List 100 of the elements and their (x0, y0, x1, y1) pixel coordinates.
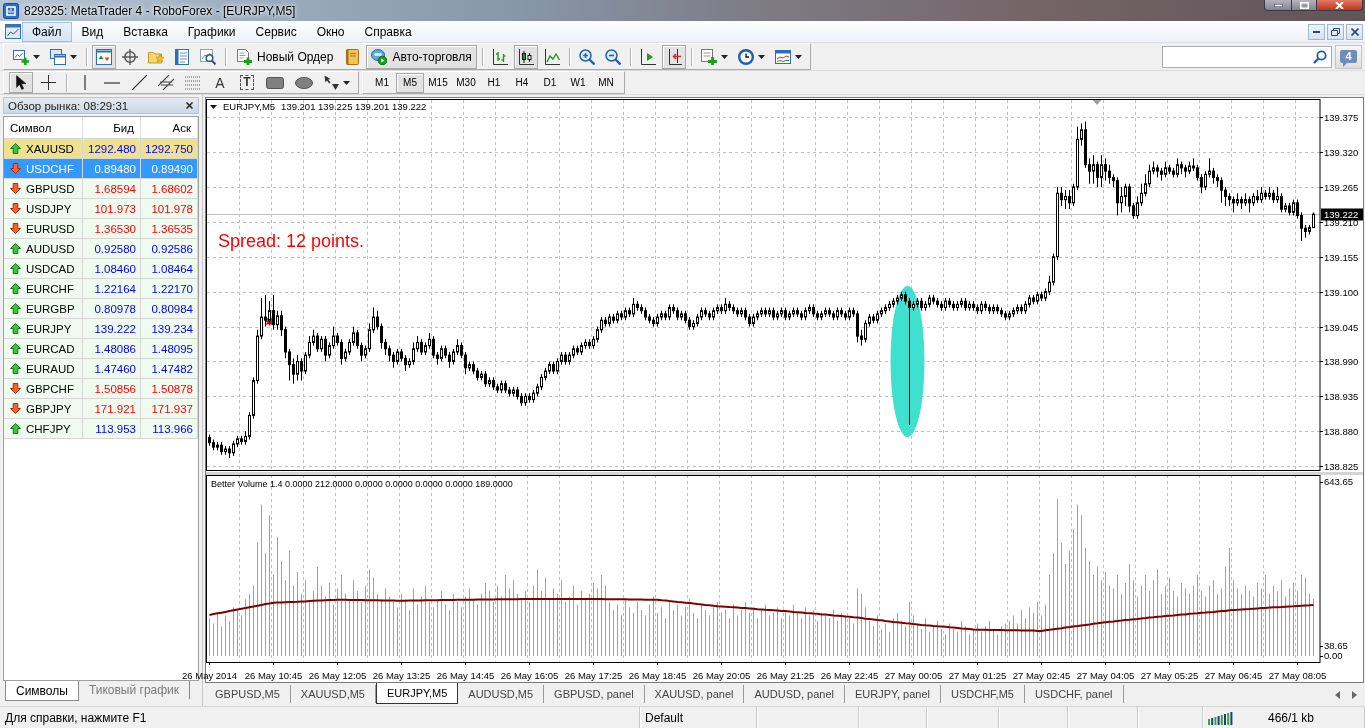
column-header[interactable]: Символ (4, 117, 83, 138)
fibonacci-icon (185, 75, 201, 90)
symbol-row[interactable]: EURGBP 0.80978 0.80984 (4, 299, 198, 319)
bid-cell: 113.953 (83, 419, 141, 438)
cursor-button[interactable] (9, 72, 33, 93)
menu-item[interactable]: Вставка (113, 21, 178, 42)
symbol-name: USDJPY (26, 202, 72, 215)
scroll-left-icon[interactable] (1335, 690, 1340, 699)
candlestick (1128, 183, 1131, 213)
maximize-button[interactable] (1292, 0, 1317, 11)
symbol-row[interactable]: EURCHF 1.22164 1.22170 (4, 279, 198, 299)
chart-tab[interactable]: EURJPY,M5 (376, 683, 459, 704)
timeframe-button[interactable]: M15 (424, 72, 452, 93)
rectangle-icon (266, 76, 284, 89)
symbol-row[interactable]: EURJPY 139.222 139.234 (4, 319, 198, 339)
symbol-row[interactable]: GBPUSD 1.68594 1.68602 (4, 179, 198, 199)
candlestick (1096, 161, 1099, 188)
chart-tab[interactable]: USDCHF,M5 (940, 685, 1025, 703)
menu-item[interactable]: Вид (71, 21, 114, 42)
ask-cell: 139.234 (141, 319, 198, 338)
candlestick (1280, 192, 1283, 213)
text-button[interactable]: A (208, 72, 232, 93)
close-icon[interactable] (186, 102, 193, 109)
clock-icon (737, 48, 754, 65)
symbol-row[interactable]: GBPCHF 1.50856 1.50878 (4, 379, 198, 399)
traffic-counter: 466/1 kb (1268, 710, 1315, 725)
time-axis-label: 26 May 12:05 (308, 670, 367, 681)
symbol-row[interactable]: XAUUSD 1292.480 1292.750 (4, 139, 198, 159)
minimize-button[interactable] (1308, 23, 1325, 40)
timeframe-button[interactable]: W1 (564, 72, 592, 93)
timeframe-button[interactable]: D1 (536, 72, 564, 93)
search-field[interactable] (1162, 45, 1332, 68)
symbol-row[interactable]: EURAUD 1.47460 1.47482 (4, 359, 198, 379)
arrows-window-icon (96, 48, 112, 65)
text-label-button[interactable]: T (235, 72, 259, 93)
symbol-row[interactable]: EURCAD 1.48086 1.48095 (4, 339, 198, 359)
column-header[interactable]: Бид (83, 117, 141, 138)
restore-button[interactable] (1327, 23, 1344, 40)
symbol-row[interactable]: CHFJPY 113.953 113.966 (4, 419, 198, 439)
ask-cell: 1.68602 (141, 179, 198, 198)
symbol-row[interactable]: USDCAD 1.08460 1.08464 (4, 259, 198, 279)
candlestick (864, 319, 867, 343)
timeframe-button[interactable]: M30 (452, 72, 480, 93)
caret-icon (757, 54, 765, 59)
chart-tab[interactable]: AUDUSD,M5 (458, 685, 545, 703)
candlestick (632, 297, 635, 318)
symbol-row[interactable]: AUDUSD 0.92580 0.92586 (4, 239, 198, 259)
auto-trading-button[interactable]: Авто-торговля (366, 44, 477, 69)
chart-tab[interactable]: GBPUSD,M5 (205, 685, 291, 703)
panel-tab[interactable]: Тиковый график (78, 681, 191, 699)
document-plus-icon (700, 48, 717, 65)
menu-item[interactable]: Файл (22, 21, 72, 42)
menu-item[interactable]: Окно (306, 21, 355, 42)
timeframe-button[interactable]: H4 (508, 72, 536, 93)
price-axis-label: 138.935 (1324, 391, 1359, 402)
candlestick (856, 310, 859, 343)
close-button[interactable] (1346, 23, 1363, 40)
ask-cell: 0.80984 (141, 299, 198, 318)
symbol-name: EURAUD (26, 362, 75, 375)
ask-cell: 1.50878 (141, 379, 198, 398)
chart-tab[interactable]: USDCHF, panel (1024, 685, 1124, 703)
chart-tab[interactable]: EURJPY, panel (844, 685, 941, 703)
symbol-row[interactable]: USDJPY 101.973 101.978 (4, 199, 198, 219)
candlestick (1092, 154, 1095, 185)
bid-cell: 1.36530 (83, 219, 141, 238)
market-watch-button[interactable] (92, 44, 116, 69)
menu-item[interactable]: Графики (177, 21, 246, 42)
chart-tab[interactable]: GBPUSD, panel (544, 685, 645, 703)
timeframe-button[interactable]: M5 (396, 72, 424, 93)
star-marker-icon (264, 316, 275, 327)
menu-item[interactable]: Справка (354, 21, 422, 42)
chart-symbol: EURJPY,M5 (223, 101, 276, 112)
price-tag: 139.222 (1321, 208, 1363, 221)
chart-tab[interactable]: XAUUSD, panel (644, 685, 745, 703)
symbol-row[interactable]: GBPJPY 171.921 171.937 (4, 399, 198, 419)
stacked-windows-icon (50, 48, 66, 65)
candlestick (1220, 176, 1223, 204)
scroll-right-icon[interactable] (1352, 690, 1357, 699)
ask-cell: 1.36535 (141, 219, 198, 238)
chart-tab[interactable]: AUDUSD, panel (744, 685, 845, 703)
new-order-button[interactable]: Новый Ордер (231, 44, 339, 69)
chart-tab[interactable]: XAUUSD,M5 (290, 685, 376, 703)
symbol-name: USDCAD (26, 262, 75, 275)
column-header[interactable]: Аск (141, 117, 198, 138)
timeframe-button[interactable]: MN (592, 72, 620, 93)
candlestick-button[interactable] (513, 44, 538, 69)
timeframe-button[interactable]: H1 (480, 72, 508, 93)
minimize-button[interactable] (1264, 0, 1292, 11)
ask-cell: 1.08464 (141, 259, 198, 278)
ref-line-label: 139.222 (1324, 209, 1359, 220)
symbol-row[interactable]: EURUSD 1.36530 1.36535 (4, 219, 198, 239)
panel-tab[interactable]: Символы (5, 681, 79, 701)
document-plus-icon (236, 48, 252, 65)
magnifier-chart-icon (200, 48, 216, 65)
chart-shift-button[interactable] (661, 44, 686, 69)
menu-item[interactable]: Сервис (245, 21, 307, 42)
crosshair-icon (40, 75, 56, 90)
close-button[interactable] (1317, 0, 1363, 11)
timeframe-button[interactable]: M1 (368, 72, 396, 93)
symbol-name: USDCHF (26, 162, 74, 175)
